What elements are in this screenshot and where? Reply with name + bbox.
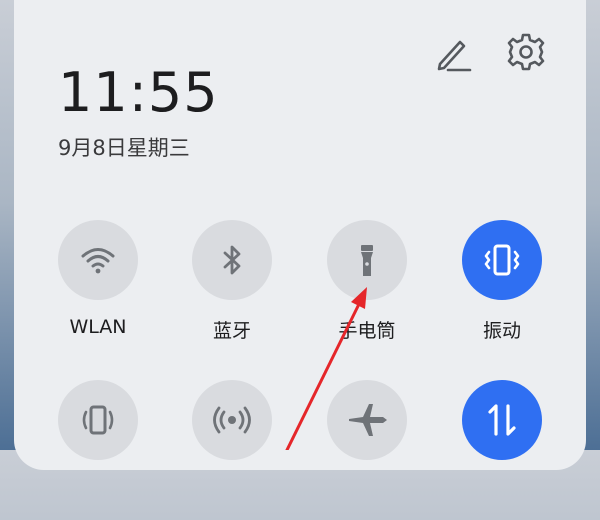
wifi-icon	[81, 248, 115, 274]
flashlight-icon	[361, 245, 373, 276]
bluetooth-toggle[interactable]	[192, 220, 272, 300]
mobile-data-toggle[interactable]	[462, 380, 542, 460]
clock-time: 11:55	[58, 61, 219, 124]
airplane-icon	[349, 404, 387, 436]
flashlight-toggle[interactable]	[327, 220, 407, 300]
tile-auto-rotate[interactable]	[38, 380, 158, 520]
tile-flashlight[interactable]: 手电筒	[307, 220, 427, 360]
tile-vibrate[interactable]: 振动	[442, 220, 562, 360]
clock-date: 9月8日星期三	[58, 136, 190, 160]
edit-pencil-icon	[437, 40, 472, 72]
settings-button[interactable]	[504, 30, 548, 74]
bluetooth-icon	[223, 245, 241, 275]
tile-mobile-data[interactable]	[442, 380, 562, 520]
hotspot-toggle[interactable]	[192, 380, 272, 460]
gear-icon	[507, 33, 545, 71]
screen-rotate-icon	[82, 405, 114, 435]
airplane-toggle[interactable]	[327, 380, 407, 460]
tile-label: 蓝牙	[212, 320, 251, 342]
tile-bluetooth[interactable]: 蓝牙	[172, 220, 292, 360]
hotspot-icon	[213, 406, 251, 434]
tile-label: WLAN	[69, 316, 127, 338]
wlan-toggle[interactable]	[58, 220, 138, 300]
edit-button[interactable]	[430, 32, 474, 76]
tile-wlan[interactable]: WLAN	[38, 220, 158, 360]
tile-hotspot[interactable]	[172, 380, 292, 520]
auto-rotate-toggle[interactable]	[58, 380, 138, 460]
tile-airplane[interactable]	[307, 380, 427, 520]
tile-label: 振动	[482, 320, 521, 342]
vibrate-icon	[484, 244, 520, 276]
vibrate-toggle[interactable]	[462, 220, 542, 300]
mobile-data-icon	[488, 404, 516, 436]
tile-label: 手电筒	[338, 320, 396, 342]
